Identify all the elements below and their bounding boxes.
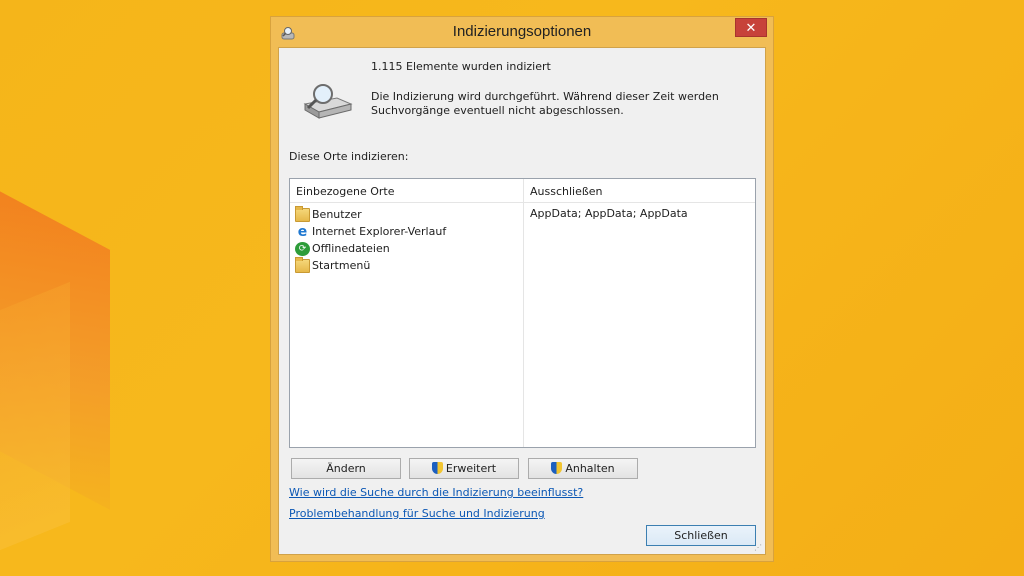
desktop-decoration-2 — [0, 281, 70, 559]
close-button-label: Schließen — [674, 529, 728, 542]
list-item-label: Benutzer — [312, 208, 362, 221]
list-item[interactable]: e Internet Explorer-Verlauf — [295, 223, 446, 240]
list-item[interactable]: Benutzer — [295, 205, 446, 223]
uac-shield-icon — [551, 462, 563, 474]
indexed-count: 1.115 Elemente wurden indiziert — [371, 60, 551, 73]
troubleshoot-link[interactable]: Problembehandlung für Suche und Indizier… — [289, 507, 545, 520]
list-item-label: Startmenü — [312, 259, 371, 272]
locations-label: Diese Orte indizieren: — [289, 150, 409, 163]
window-title: Indizierungsoptionen — [452, 23, 592, 40]
folder-icon — [295, 205, 310, 222]
column-divider[interactable] — [523, 179, 524, 447]
resize-grip-icon[interactable]: ⋰ — [754, 543, 763, 552]
dialog-body: 1.115 Elemente wurden indiziert Die Indi… — [278, 47, 766, 555]
sync-icon: ⟳ — [295, 241, 310, 256]
title-bar[interactable]: Indizierungsoptionen ✕ — [271, 17, 773, 47]
how-search-link[interactable]: Wie wird die Suche durch die Indizierung… — [289, 486, 583, 499]
advanced-button-label: Erweitert — [445, 462, 497, 475]
ie-icon: e — [297, 223, 308, 240]
column-header-included[interactable]: Einbezogene Orte — [296, 185, 394, 198]
indexing-drive-icon — [301, 82, 353, 122]
close-window-button[interactable]: ✕ — [735, 18, 767, 37]
excluded-value: AppData; AppData; AppData — [530, 207, 688, 220]
list-item[interactable]: ⟳ Offlinedateien — [295, 240, 446, 257]
uac-shield-icon — [431, 462, 443, 474]
list-item-label: Offlinedateien — [312, 242, 390, 255]
advanced-button[interactable]: Erweitert — [409, 458, 519, 479]
close-button[interactable]: Schließen — [646, 525, 756, 546]
change-button-label: Ändern — [326, 462, 366, 475]
indexing-status-message: Die Indizierung wird durchgeführt. Währe… — [371, 90, 719, 117]
list-item[interactable]: Startmenü — [295, 256, 446, 274]
pause-button-label: Anhalten — [565, 462, 615, 475]
change-button[interactable]: Ändern — [291, 458, 401, 479]
locations-list[interactable]: Einbezogene Orte Ausschließen Benutzer e… — [289, 178, 756, 448]
included-locations: Benutzer e Internet Explorer-Verlauf ⟳ O… — [295, 205, 446, 274]
folder-icon — [295, 256, 310, 273]
column-header-excluded[interactable]: Ausschließen — [530, 185, 603, 198]
list-item-label: Internet Explorer-Verlauf — [312, 225, 447, 238]
pause-button[interactable]: Anhalten — [528, 458, 638, 479]
indexing-options-window: Indizierungsoptionen ✕ 1.115 Elemente wu… — [270, 16, 774, 562]
